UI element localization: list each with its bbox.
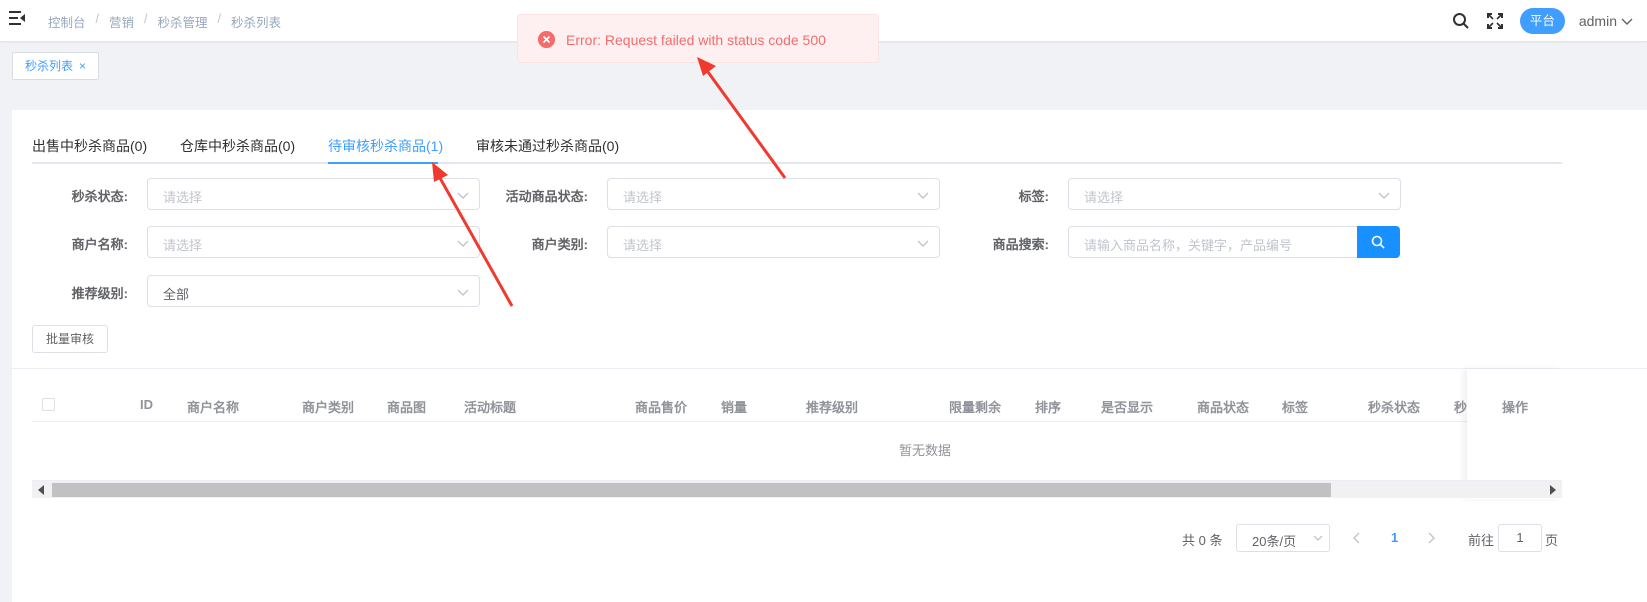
annotation-arrow-to-toast bbox=[697, 57, 787, 179]
annotation-arrows bbox=[432, 57, 787, 307]
annotation-arrow-to-tab bbox=[432, 162, 514, 307]
